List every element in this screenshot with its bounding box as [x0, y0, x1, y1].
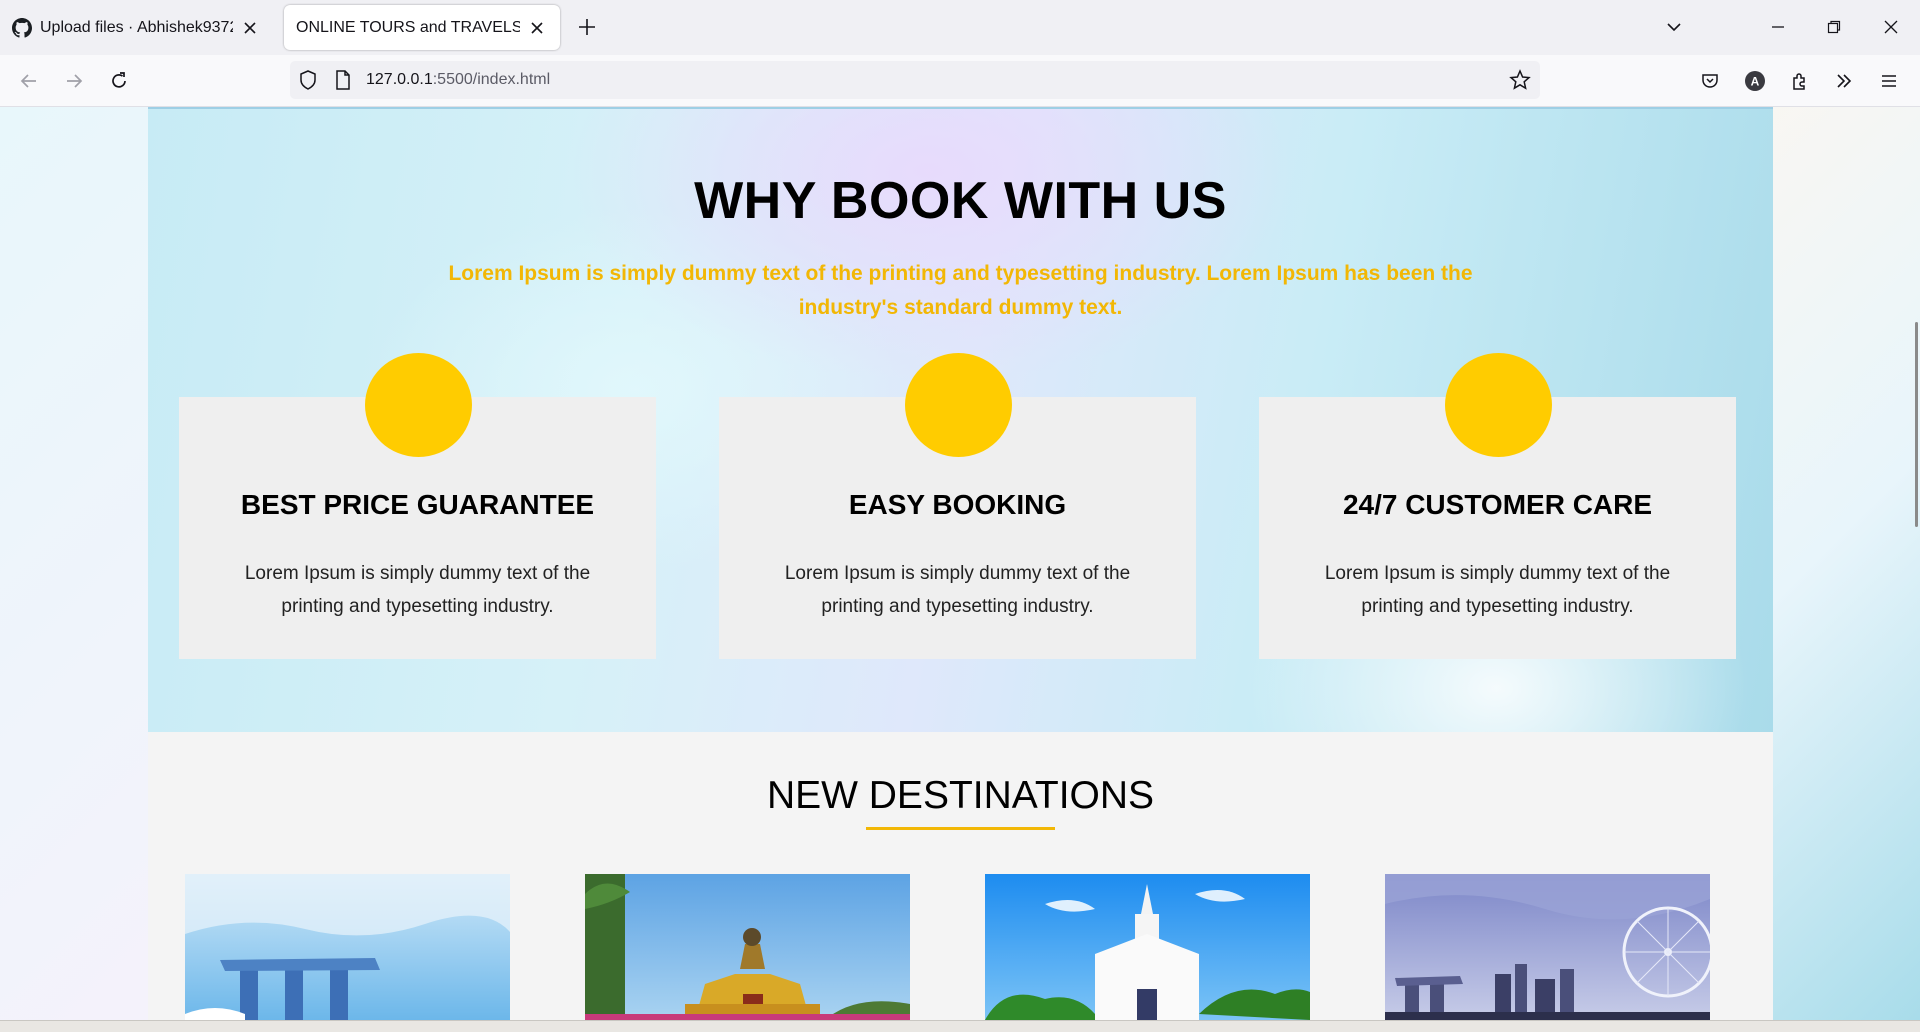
feature-card-title: BEST PRICE GUARANTEE	[240, 489, 595, 520]
feature-card-text: Lorem Ipsum is simply dummy text of the …	[1324, 563, 1671, 617]
browser-bottom-edge	[0, 1020, 1920, 1032]
tab-title: Upload files · Abhishek9372/online	[40, 18, 233, 36]
address-bar[interactable]: 127.0.0.1:5500/index.html	[290, 61, 1540, 99]
feature-circle-icon	[364, 353, 472, 457]
back-arrow-icon[interactable]	[17, 69, 41, 93]
browser-tab-online-tours[interactable]: ONLINE TOURS and TRAVELS WEBSITE	[284, 5, 560, 50]
feature-card-best-price: BEST PRICE GUARANTEE Lorem Ipsum is simp…	[179, 353, 656, 659]
browser-tab-bar: Upload files · Abhishek9372/online ONLIN…	[0, 0, 1920, 55]
feature-card-title: EASY BOOKING	[848, 489, 1067, 520]
hamburger-menu-icon[interactable]	[1877, 69, 1901, 93]
destination-image-singapore[interactable]	[185, 874, 510, 1020]
forward-arrow-icon[interactable]	[62, 69, 86, 93]
page-document-icon[interactable]	[334, 69, 352, 96]
extensions-puzzle-icon[interactable]	[1788, 69, 1812, 93]
bookmark-star-icon[interactable]	[1509, 69, 1531, 96]
new-destinations-section: NEW DESTINATIONS	[148, 732, 1773, 1020]
new-tab-plus-icon[interactable]	[576, 16, 598, 38]
account-avatar-icon[interactable]: A	[1743, 69, 1767, 93]
feature-card-text: Lorem Ipsum is simply dummy text of the …	[784, 563, 1131, 617]
feature-card-customer-care: 24/7 CUSTOMER CARE Lorem Ipsum is simply…	[1259, 353, 1736, 659]
why-book-subtitle: Lorem Ipsum is simply dummy text of the …	[448, 262, 1473, 319]
pocket-icon[interactable]	[1698, 69, 1722, 93]
new-destinations-title: NEW DESTINATIONS	[766, 774, 1155, 817]
list-all-tabs-chevron-icon[interactable]	[1663, 16, 1685, 38]
feature-circle-icon	[1444, 353, 1552, 457]
more-tools-chevron-icon[interactable]	[1832, 69, 1856, 93]
url-path: :5500/index.html	[432, 71, 551, 88]
feature-card-text: Lorem Ipsum is simply dummy text of the …	[244, 563, 591, 617]
close-tab-icon[interactable]	[239, 17, 261, 39]
close-window-icon[interactable]	[1880, 16, 1902, 38]
feature-circle-icon	[904, 353, 1012, 457]
reload-icon[interactable]	[107, 69, 131, 93]
browser-tab-upload-files[interactable]: Upload files · Abhishek9372/online	[0, 5, 273, 50]
minimize-window-icon[interactable]	[1767, 16, 1789, 38]
title-underline	[866, 827, 1055, 830]
feature-card-title: 24/7 CUSTOMER CARE	[1342, 489, 1653, 520]
page-scrollbar[interactable]	[1915, 322, 1918, 527]
page-container: WHY BOOK WITH US Lorem Ipsum is simply d…	[148, 107, 1773, 1020]
page-viewport: WHY BOOK WITH US Lorem Ipsum is simply d…	[0, 107, 1920, 1020]
url-text[interactable]: 127.0.0.1:5500/index.html	[366, 71, 550, 89]
browser-navigation-bar: 127.0.0.1:5500/index.html A	[0, 55, 1920, 107]
destination-image-skyline[interactable]	[1385, 874, 1710, 1020]
github-icon	[12, 17, 32, 38]
why-book-section: WHY BOOK WITH US Lorem Ipsum is simply d…	[148, 107, 1773, 732]
restore-window-icon[interactable]	[1823, 16, 1845, 38]
svg-text:A: A	[1751, 75, 1760, 89]
shield-icon[interactable]	[298, 69, 318, 96]
tab-title: ONLINE TOURS and TRAVELS WEBSITE	[296, 18, 520, 36]
url-host: 127.0.0.1	[366, 71, 433, 88]
why-book-title: WHY BOOK WITH US	[694, 172, 1227, 230]
feature-card-easy-booking: EASY BOOKING Lorem Ipsum is simply dummy…	[719, 353, 1196, 659]
destination-image-temple[interactable]	[985, 874, 1310, 1020]
destination-image-monument[interactable]	[585, 874, 910, 1020]
close-tab-icon[interactable]	[526, 17, 548, 39]
